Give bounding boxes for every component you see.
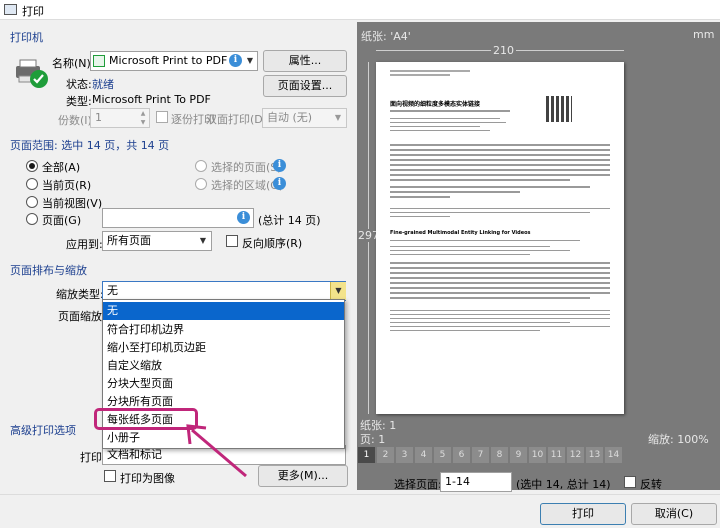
qr-code-image <box>546 96 572 122</box>
select-pages-value: 1-14 <box>445 475 470 488</box>
page-nav-5[interactable]: 5 <box>434 447 451 463</box>
page-nav-9[interactable]: 9 <box>510 447 527 463</box>
page-setup-button[interactable]: 页面设置... <box>263 75 347 97</box>
current-page-radio[interactable] <box>26 178 38 190</box>
select-pages-summary: (选中 14, 总计 14) <box>516 478 611 491</box>
zoom-level: 缩放: 100% <box>648 433 709 446</box>
selected-pages-label: 选择的页面(S) <box>211 161 282 174</box>
pages-radio[interactable] <box>26 213 38 225</box>
reverse-order-label: 反向顺序(R) <box>242 237 303 250</box>
print-button[interactable]: 打印 <box>540 503 626 525</box>
all-pages-label: 全部(A) <box>42 161 81 174</box>
pages-total: (总计 14 页) <box>258 214 321 227</box>
pdf-printer-icon <box>93 55 105 67</box>
print-what-value: 文档和标记 <box>107 448 162 461</box>
copies-value: 1 <box>95 111 102 124</box>
scale-type-select[interactable]: 无 <box>102 281 346 301</box>
unit-label: mm <box>693 28 715 41</box>
select-pages-input[interactable]: 1-14 <box>440 472 512 492</box>
printer-name-label: 名称(N): <box>52 57 95 70</box>
duplex-value: 自动 (无) <box>267 111 313 124</box>
printer-section-title: 打印机 <box>10 31 43 44</box>
printer-name-value: Microsoft Print to PDF <box>109 54 228 67</box>
chevron-down-icon[interactable]: ▼ <box>242 52 258 70</box>
page-nav-3[interactable]: 3 <box>396 447 413 463</box>
scale-option[interactable]: 符合打印机边界 <box>103 321 344 339</box>
pages-info-icon[interactable]: i <box>237 211 250 224</box>
more-button[interactable]: 更多(M)... <box>258 465 348 487</box>
scale-type-label: 缩放类型: <box>56 288 104 301</box>
print-as-image-checkbox[interactable] <box>104 470 116 482</box>
printer-info-icon[interactable]: i <box>229 54 242 67</box>
selected-pages-info-icon[interactable]: i <box>273 159 286 172</box>
scale-type-value: 无 <box>107 284 118 297</box>
page-nav-11[interactable]: 11 <box>548 447 565 463</box>
collate-checkbox[interactable] <box>156 111 168 123</box>
page-nav-12[interactable]: 12 <box>567 447 584 463</box>
print-as-image-label: 打印为图像 <box>120 472 175 485</box>
chevron-down-icon[interactable]: ▼ <box>330 109 346 127</box>
select-pages-label: 选择页面: <box>394 478 442 491</box>
scale-option[interactable]: 缩小至打印机页边距 <box>103 339 344 357</box>
reverse-order-checkbox[interactable] <box>226 235 238 247</box>
reverse-label: 反转 <box>640 478 662 491</box>
pages-input[interactable] <box>102 208 254 228</box>
reverse-checkbox[interactable] <box>624 476 636 488</box>
paper-title: 面向视频的细粒度多模态实体链接 <box>390 101 481 108</box>
advanced-section-title: 高级打印选项 <box>10 424 76 437</box>
all-pages-radio[interactable] <box>26 160 38 172</box>
selected-area-info-icon[interactable]: i <box>273 177 286 190</box>
status-label: 状态: <box>66 78 92 91</box>
scale-option[interactable]: 无 <box>103 302 344 320</box>
chevron-down-icon[interactable]: ▼ <box>330 282 346 300</box>
printer-icon <box>14 58 50 88</box>
properties-button[interactable]: 属性... <box>263 50 347 72</box>
page-nav-8[interactable]: 8 <box>491 447 508 463</box>
page-nav-14[interactable]: 14 <box>605 447 622 463</box>
page-nav-7[interactable]: 7 <box>472 447 489 463</box>
page-navigator: 1 2 3 4 5 6 7 8 9 10 11 12 13 14 <box>358 447 720 465</box>
width-value: 210 <box>491 44 516 57</box>
current-view-label: 当前视图(V) <box>42 197 103 210</box>
page-nav-10[interactable]: 10 <box>529 447 546 463</box>
type-label: 类型: <box>66 95 92 108</box>
page-scale-label: 页面缩放: <box>58 310 106 323</box>
page-nav-6[interactable]: 6 <box>453 447 470 463</box>
status-value: 就绪 <box>92 78 114 91</box>
window-title: 打印 <box>22 5 44 18</box>
pages-label: 页面(G) <box>42 214 82 227</box>
page-nav-4[interactable]: 4 <box>415 447 432 463</box>
cancel-button[interactable]: 取消(C) <box>631 503 717 525</box>
scale-option[interactable]: 分块大型页面 <box>103 375 344 393</box>
print-what-label: 打印 <box>80 451 102 464</box>
paper-size-label: 纸张: 'A4' <box>361 30 411 43</box>
type-value: Microsoft Print To PDF <box>92 93 211 106</box>
title-bar: 打印 <box>0 0 720 20</box>
scale-option[interactable]: 自定义缩放 <box>103 357 344 375</box>
current-page-label: 当前页(R) <box>42 179 92 192</box>
selected-area-radio[interactable] <box>195 178 207 190</box>
current-view-radio[interactable] <box>26 196 38 208</box>
selected-pages-radio[interactable] <box>195 160 207 172</box>
copies-stepper[interactable]: ▲ ▼ <box>136 109 150 127</box>
page-preview: 面向视频的细粒度多模态实体链接 Fine-grained Multimodal … <box>376 62 624 414</box>
page-nav-1[interactable]: 1 <box>358 447 375 463</box>
page-range-section-title: 页面范围: 选中 14 页，共 14 页 <box>10 139 170 152</box>
apply-to-value: 所有页面 <box>107 234 151 247</box>
page-count: 页: 1 <box>360 433 386 446</box>
annotation-arrow-icon <box>186 424 247 478</box>
paper-en-title: Fine-grained Multimodal Entity Linking f… <box>390 230 531 236</box>
page-nav-2[interactable]: 2 <box>377 447 394 463</box>
printer-window-icon <box>4 4 17 15</box>
chevron-down-icon[interactable]: ▼ <box>195 232 211 250</box>
page-nav-13[interactable]: 13 <box>586 447 603 463</box>
apply-to-label: 应用到: <box>66 238 103 251</box>
layout-section-title: 页面排布与缩放 <box>10 264 87 277</box>
